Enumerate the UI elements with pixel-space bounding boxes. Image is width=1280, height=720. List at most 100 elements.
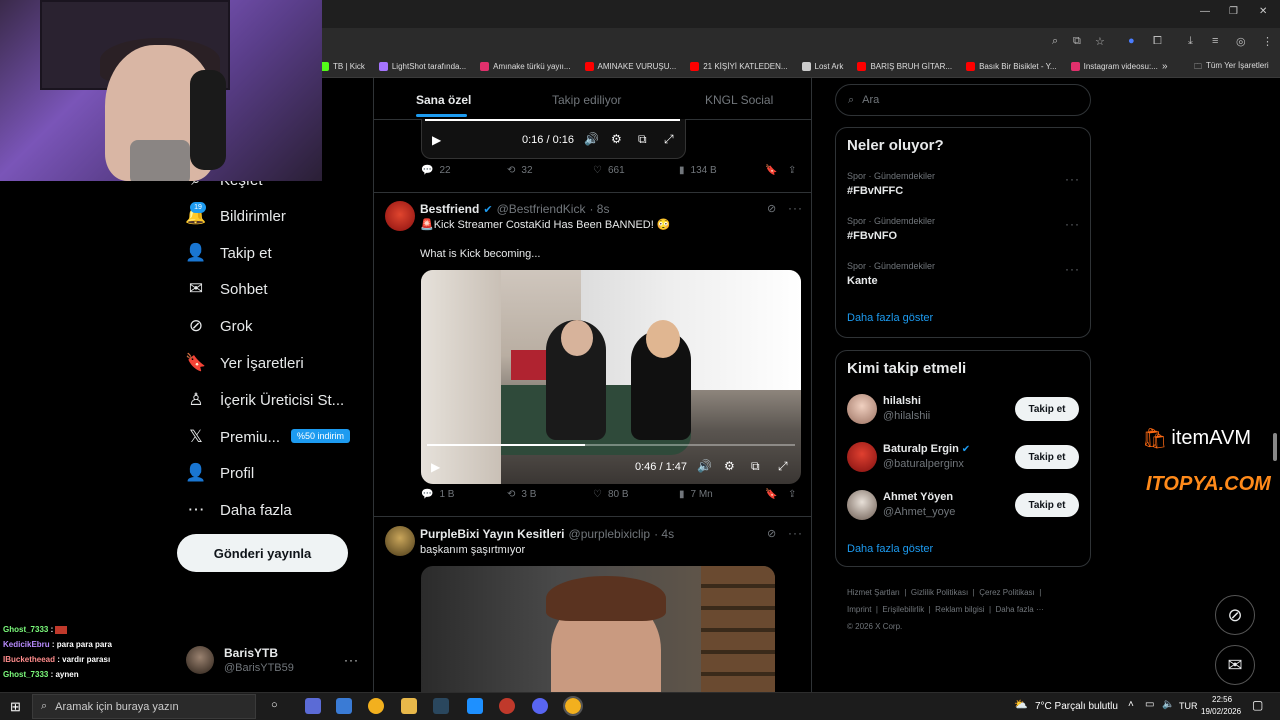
volume-icon[interactable]: 🔊	[584, 132, 599, 146]
repost-button[interactable]: ⟲ 3 B	[507, 489, 536, 500]
suggestion-avatar[interactable]	[847, 394, 877, 424]
video-progress-track[interactable]	[427, 444, 795, 446]
bookmark-item[interactable]: LightShot tarafında...	[378, 62, 466, 71]
volume-icon[interactable]: 🔈	[1162, 699, 1174, 710]
clock-date[interactable]: 19/02/2026	[1201, 707, 1241, 716]
star-icon[interactable]: ☆	[1095, 35, 1105, 48]
nav-item-6[interactable]: 𝕏 Premiu...	[186, 427, 280, 447]
suggestion-handle[interactable]: @hilalshii	[883, 410, 930, 422]
file-explorer-icon[interactable]	[401, 698, 417, 714]
follow-button[interactable]: Takip et	[1015, 445, 1079, 469]
suggestion-avatar[interactable]	[847, 490, 877, 520]
post-video[interactable]	[421, 566, 775, 692]
trend-more-button[interactable]: ···	[1065, 172, 1080, 186]
obs-icon[interactable]	[499, 698, 515, 714]
zoom-icon[interactable]: ⌕	[1052, 35, 1058, 48]
trends-show-more[interactable]: Daha fazla göster	[847, 312, 933, 324]
reply-button[interactable]: 💬 1 B	[421, 489, 454, 500]
suggestion-name[interactable]: Ahmet Yöyen	[883, 491, 953, 503]
bookmark-item[interactable]: TB | Kick	[320, 62, 365, 71]
messages-float-icon[interactable]: ✉	[1215, 645, 1255, 685]
windows-start-icon[interactable]: ⊞	[10, 699, 21, 715]
like-button[interactable]: ♡ 661	[593, 165, 625, 176]
nav-item-5[interactable]: ♙ İçerik Üreticisi St...	[186, 390, 344, 410]
grok-explain-icon[interactable]: ⊘	[767, 202, 776, 215]
trend-name[interactable]: #FBvNFFC	[847, 185, 903, 197]
page-scrollbar[interactable]	[1273, 433, 1277, 461]
author-name[interactable]: Bestfriend	[420, 202, 479, 216]
extension-icon[interactable]: ●	[1128, 35, 1135, 47]
profile-avatar-icon[interactable]: ◎	[1236, 35, 1246, 48]
suggestion-name[interactable]: Baturalp Ergin	[883, 443, 959, 455]
bookmark-icon[interactable]: 🔖	[765, 165, 777, 176]
suggestion-name[interactable]: hilalshi	[883, 395, 921, 407]
trend-more-button[interactable]: ···	[1065, 217, 1080, 231]
download-icon[interactable]: ⤓	[1188, 35, 1193, 48]
footer-link[interactable]: Hizmet Şartları	[847, 588, 900, 597]
share-icon[interactable]: ⇪	[788, 489, 796, 500]
taskbar-app[interactable]	[467, 698, 483, 714]
nav-item-7[interactable]: 👤 Profil	[185, 463, 254, 483]
footer-link[interactable]: Reklam bilgisi	[935, 605, 984, 614]
media-icon[interactable]: ≡	[1212, 35, 1218, 47]
footer-link[interactable]: Daha fazla ···	[996, 605, 1044, 614]
suggestion-handle[interactable]: @baturalperginx	[883, 458, 964, 470]
settings-icon[interactable]: ⚙	[611, 132, 622, 146]
minimize-button[interactable]: —	[1200, 6, 1210, 17]
nav-item-1[interactable]: 👤 Takip et	[185, 243, 271, 263]
footer-link[interactable]: Erişilebilirlik	[882, 605, 924, 614]
author-name[interactable]: PurpleBixi Yayın Kesitleri	[420, 527, 565, 541]
bookmark-item[interactable]: BARIŞ BRUH GİTAR...	[857, 62, 952, 71]
tab-for-you[interactable]: Sana özel	[416, 93, 471, 107]
puzzle-icon[interactable]: ⧠	[1153, 35, 1162, 48]
post-time[interactable]: · 8s	[589, 202, 609, 216]
bookmark-item[interactable]: Amınake türkü yayıı...	[480, 62, 571, 71]
post-video[interactable]: ▶ 0:46 / 1:47 🔊 ⚙ ⧉ ⤢	[421, 270, 801, 484]
cortana-icon[interactable]: ○	[271, 699, 278, 711]
follow-button[interactable]: Takip et	[1015, 493, 1079, 517]
follow-button[interactable]: Takip et	[1015, 397, 1079, 421]
fullscreen-icon[interactable]: ⤢	[664, 132, 674, 147]
trend-name[interactable]: Kante	[847, 275, 878, 287]
account-more-button[interactable]: ···	[344, 653, 359, 667]
tab-following[interactable]: Takip ediliyor	[552, 93, 621, 107]
repost-button[interactable]: ⟲ 32	[507, 165, 533, 176]
tray-chevron-icon[interactable]: ˄	[1128, 699, 1134, 710]
steam-icon[interactable]	[433, 698, 449, 714]
chrome-icon[interactable]	[368, 698, 384, 714]
settings-icon[interactable]: ⚙	[724, 459, 735, 473]
bookmark-item[interactable]: Instagram videosu:...	[1070, 62, 1158, 71]
post-more-button[interactable]: ···	[788, 526, 803, 540]
network-icon[interactable]: ▭	[1145, 699, 1154, 710]
post-avatar[interactable]	[385, 201, 415, 231]
share-icon[interactable]: ⇪	[788, 165, 796, 176]
footer-link[interactable]: Imprint	[847, 605, 871, 614]
post-more-button[interactable]: ···	[788, 201, 803, 215]
restore-button[interactable]: ❐	[1229, 6, 1238, 17]
video-progress-bar[interactable]	[425, 119, 680, 121]
reply-button[interactable]: 💬 22	[421, 165, 451, 176]
account-handle[interactable]: @BarisYTB59	[224, 662, 294, 674]
weather-text[interactable]: 7°C Parçalı bulutlu	[1035, 701, 1118, 712]
chrome-active-icon[interactable]	[563, 696, 583, 716]
play-icon[interactable]: ▶	[431, 460, 440, 474]
fullscreen-icon[interactable]: ⤢	[778, 459, 788, 474]
tab-kngl-social[interactable]: KNGL Social	[705, 93, 773, 107]
install-app-icon[interactable]: ⧉	[1073, 35, 1081, 48]
notification-center-icon[interactable]: ▢	[1252, 698, 1263, 712]
account-avatar[interactable]	[186, 646, 214, 674]
trend-name[interactable]: #FBvNFO	[847, 230, 897, 242]
clock-time[interactable]: 22:56	[1212, 695, 1232, 704]
taskbar-app[interactable]	[305, 698, 321, 714]
views-button[interactable]: ▮ 134 B	[679, 165, 717, 176]
nav-item-3[interactable]: ⊘ Grok	[186, 316, 253, 336]
bookmark-icon[interactable]: 🔖	[765, 489, 777, 500]
bookmarks-overflow-chevron[interactable]: »	[1162, 61, 1168, 72]
bookmark-item[interactable]: AMINAKE VURUŞU...	[584, 62, 676, 71]
pip-icon[interactable]: ⧉	[638, 132, 647, 147]
taskbar-search[interactable]: ⌕ Aramak için buraya yazın	[32, 694, 256, 719]
taskbar-app[interactable]	[336, 698, 352, 714]
trend-more-button[interactable]: ···	[1065, 262, 1080, 276]
suggestion-handle[interactable]: @Ahmet_yoye	[883, 506, 955, 518]
language-indicator[interactable]: TUR	[1179, 701, 1198, 711]
